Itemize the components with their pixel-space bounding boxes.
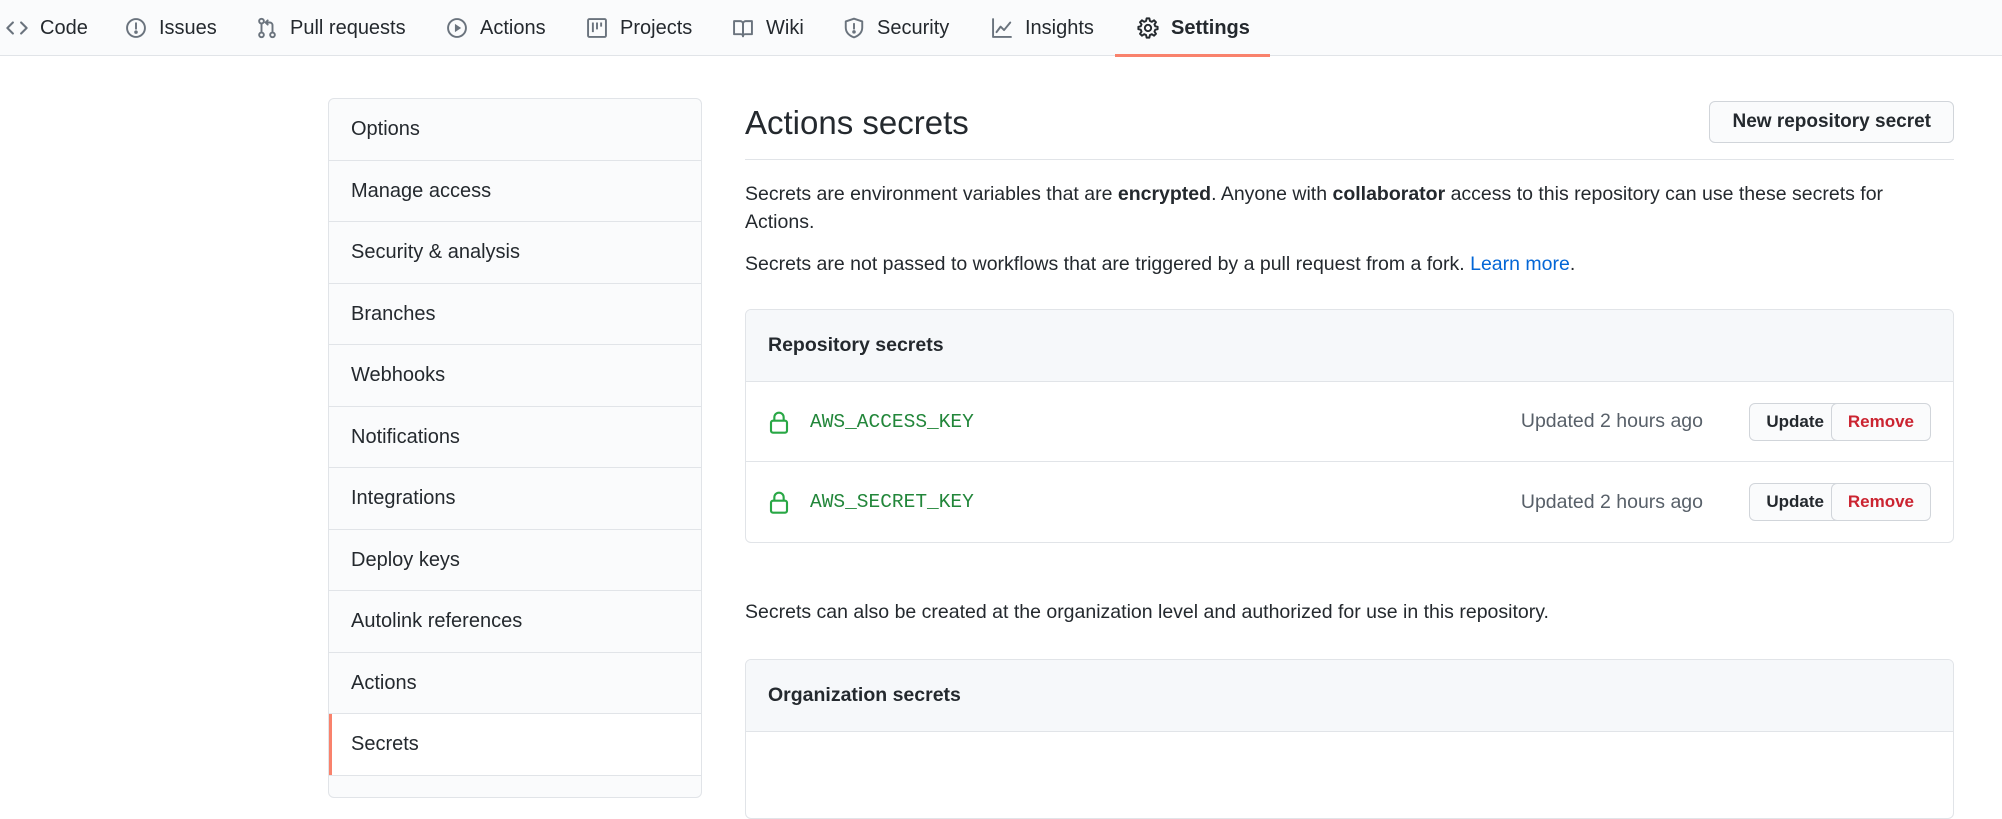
book-icon (732, 17, 754, 39)
shield-icon (843, 17, 865, 39)
title-divider (745, 159, 1954, 160)
tab-label: Issues (159, 16, 217, 39)
fork-note-end: . (1569, 253, 1576, 275)
update-secret-button[interactable]: Update (1749, 483, 1841, 521)
tab-label: Security (877, 16, 950, 39)
tab-label: Settings (1171, 16, 1250, 39)
sidebar-item-options[interactable]: Options (329, 99, 701, 161)
gear-icon (1137, 17, 1159, 39)
repo-nav: Code Issues Pull requests Actions Projec… (0, 0, 2002, 57)
secrets-intro: Secrets are environment variables that a… (745, 180, 1954, 236)
tab-label: Pull requests (290, 16, 406, 39)
fork-note-text: Secrets are not passed to workflows that… (745, 253, 1471, 275)
secret-row: AWS_SECRET_KEY Updated 2 hours ago Updat… (746, 462, 1953, 542)
lock-icon (769, 491, 789, 514)
repository-secrets-box: Repository secrets AWS_ACCESS_KEY Update… (745, 309, 1954, 543)
play-icon (446, 17, 468, 39)
new-repository-secret-button[interactable]: New repository secret (1709, 101, 1954, 143)
tab-label: Code (40, 16, 88, 39)
tab-insights[interactable]: Insights (991, 0, 1094, 56)
tab-security[interactable]: Security (843, 0, 949, 56)
settings-sidebar: Options Manage access Security & analysi… (328, 98, 702, 798)
tab-code[interactable]: Code (6, 0, 88, 56)
pull-request-icon (256, 17, 278, 39)
sidebar-item-webhooks[interactable]: Webhooks (329, 345, 701, 407)
sidebar-item-branches[interactable]: Branches (329, 284, 701, 345)
fork-note: Secrets are not passed to workflows that… (745, 250, 1954, 278)
secret-updated: Updated 2 hours ago (1520, 490, 1703, 513)
organization-secrets-header: Organization secrets (746, 660, 1953, 732)
repository-secrets-header: Repository secrets (746, 310, 1953, 382)
org-secrets-note: Secrets can also be created at the organ… (745, 601, 1549, 623)
sidebar-item-manage-access[interactable]: Manage access (329, 161, 701, 222)
lock-icon (769, 411, 789, 434)
tab-pull-requests[interactable]: Pull requests (256, 0, 406, 56)
graph-icon (991, 17, 1013, 39)
sidebar-item-deploy-keys[interactable]: Deploy keys (329, 530, 701, 591)
intro-text: Secrets are environment variables that a… (745, 183, 1118, 205)
tab-actions[interactable]: Actions (446, 0, 546, 56)
update-secret-button[interactable]: Update (1749, 402, 1841, 441)
secret-updated: Updated 2 hours ago (1520, 410, 1703, 432)
sidebar-item-actions[interactable]: Actions (329, 653, 701, 714)
page-title: Actions secrets (745, 104, 969, 141)
intro-bold-encrypted: encrypted (1117, 183, 1212, 205)
tab-projects[interactable]: Projects (586, 0, 692, 56)
code-icon (6, 17, 28, 39)
sidebar-item-autolink-references[interactable]: Autolink references (329, 591, 701, 653)
sidebar-item-integrations[interactable]: Integrations (329, 468, 701, 530)
secret-row: AWS_ACCESS_KEY Updated 2 hours ago Updat… (746, 382, 1953, 462)
sidebar-item-security-analysis[interactable]: Security & analysis (329, 222, 701, 284)
learn-more-link[interactable]: Learn more (1470, 253, 1570, 275)
secret-name: AWS_ACCESS_KEY (810, 410, 974, 433)
project-icon (586, 17, 608, 39)
sidebar-item-notifications[interactable]: Notifications (329, 407, 701, 468)
issue-icon (125, 17, 147, 39)
organization-secrets-box: Organization secrets (745, 659, 1954, 819)
remove-secret-button[interactable]: Remove (1830, 483, 1931, 521)
remove-secret-button[interactable]: Remove (1830, 402, 1931, 441)
tab-label: Projects (620, 16, 693, 39)
tab-issues[interactable]: Issues (125, 0, 217, 56)
intro-bold-collaborator: collaborator (1332, 183, 1446, 205)
secret-name: AWS_SECRET_KEY (810, 491, 974, 513)
tab-label: Wiki (766, 16, 804, 39)
tab-wiki[interactable]: Wiki (732, 0, 804, 56)
sidebar-item-secrets[interactable]: Secrets (329, 714, 701, 776)
tab-label: Actions (480, 16, 546, 39)
tab-settings[interactable]: Settings (1115, 0, 1270, 57)
intro-text: . Anyone with (1211, 183, 1333, 205)
tab-label: Insights (1025, 16, 1094, 39)
